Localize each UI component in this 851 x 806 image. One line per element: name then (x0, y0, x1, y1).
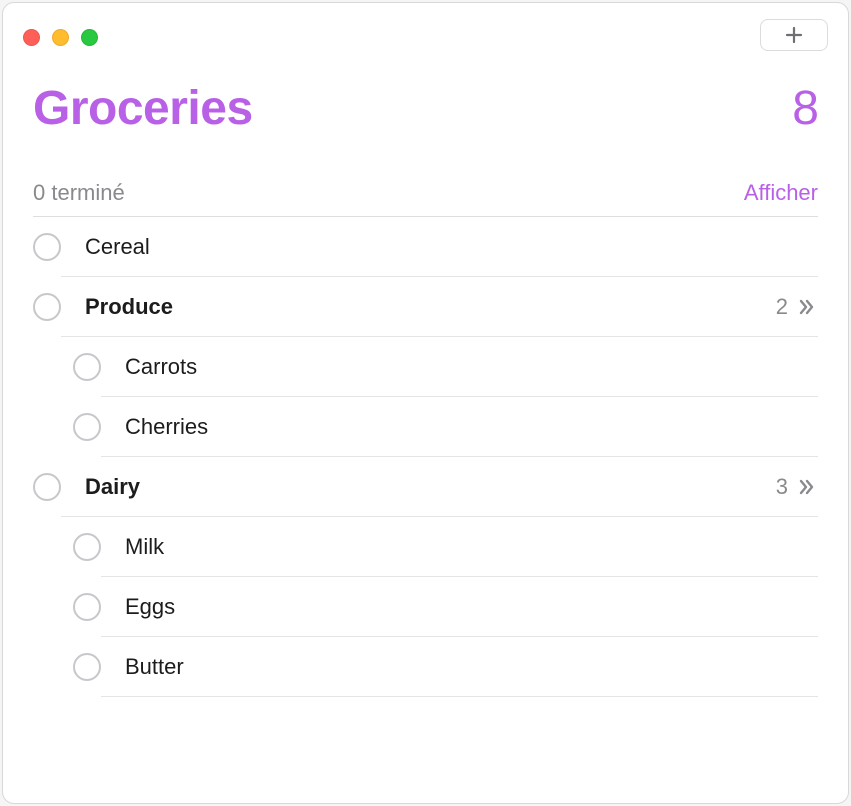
reminder-title: Dairy (85, 474, 140, 500)
reminder-row[interactable]: Produce 2 (33, 277, 818, 337)
titlebar (3, 3, 848, 61)
items-list: Cereal Produce 2 Carrots Cherries Dairy 3 Milk E… (3, 217, 848, 697)
list-count: 8 (792, 81, 818, 136)
group-subtask-count: 2 (776, 294, 788, 320)
reminder-checkbox[interactable] (73, 653, 101, 681)
reminder-content: Cherries (101, 397, 818, 457)
reminder-title: Carrots (125, 354, 197, 380)
reminder-title: Butter (125, 654, 184, 680)
reminder-content: Dairy 3 (61, 457, 818, 517)
reminder-checkbox[interactable] (73, 593, 101, 621)
list-title: Groceries (33, 81, 253, 136)
reminder-checkbox[interactable] (73, 353, 101, 381)
reminder-content: Cereal (61, 217, 818, 277)
reminder-content: Butter (101, 637, 818, 697)
reminder-content: Carrots (101, 337, 818, 397)
reminder-checkbox[interactable] (73, 413, 101, 441)
reminder-row[interactable]: Milk (33, 517, 818, 577)
completed-count-label: 0 terminé (33, 180, 125, 206)
reminder-checkbox[interactable] (33, 233, 61, 261)
reminder-content: Eggs (101, 577, 818, 637)
reminder-row[interactable]: Butter (33, 637, 818, 697)
show-completed-button[interactable]: Afficher (744, 180, 818, 206)
add-reminder-button[interactable] (760, 19, 828, 51)
reminder-row[interactable]: Carrots (33, 337, 818, 397)
reminder-checkbox[interactable] (33, 293, 61, 321)
completed-subheader: 0 terminé Afficher (3, 146, 848, 216)
plus-icon (784, 25, 804, 45)
reminder-content: Produce 2 (61, 277, 818, 337)
window-controls (23, 25, 98, 46)
reminders-window: Groceries 8 0 terminé Afficher Cereal Pro… (2, 2, 849, 804)
reminder-title: Eggs (125, 594, 175, 620)
reminder-row[interactable]: Cereal (33, 217, 818, 277)
reminder-row[interactable]: Eggs (33, 577, 818, 637)
minimize-window-button[interactable] (52, 29, 69, 46)
reminder-checkbox[interactable] (73, 533, 101, 561)
close-window-button[interactable] (23, 29, 40, 46)
reminder-content: Milk (101, 517, 818, 577)
group-meta: 2 (776, 294, 818, 320)
reminder-title: Cereal (85, 234, 150, 260)
reminder-checkbox[interactable] (33, 473, 61, 501)
maximize-window-button[interactable] (81, 29, 98, 46)
reminder-title: Produce (85, 294, 173, 320)
reminder-title: Cherries (125, 414, 208, 440)
expand-group-icon[interactable] (796, 476, 818, 498)
reminder-title: Milk (125, 534, 164, 560)
group-meta: 3 (776, 474, 818, 500)
reminder-row[interactable]: Dairy 3 (33, 457, 818, 517)
reminder-row[interactable]: Cherries (33, 397, 818, 457)
expand-group-icon[interactable] (796, 296, 818, 318)
list-header: Groceries 8 (3, 61, 848, 146)
group-subtask-count: 3 (776, 474, 788, 500)
